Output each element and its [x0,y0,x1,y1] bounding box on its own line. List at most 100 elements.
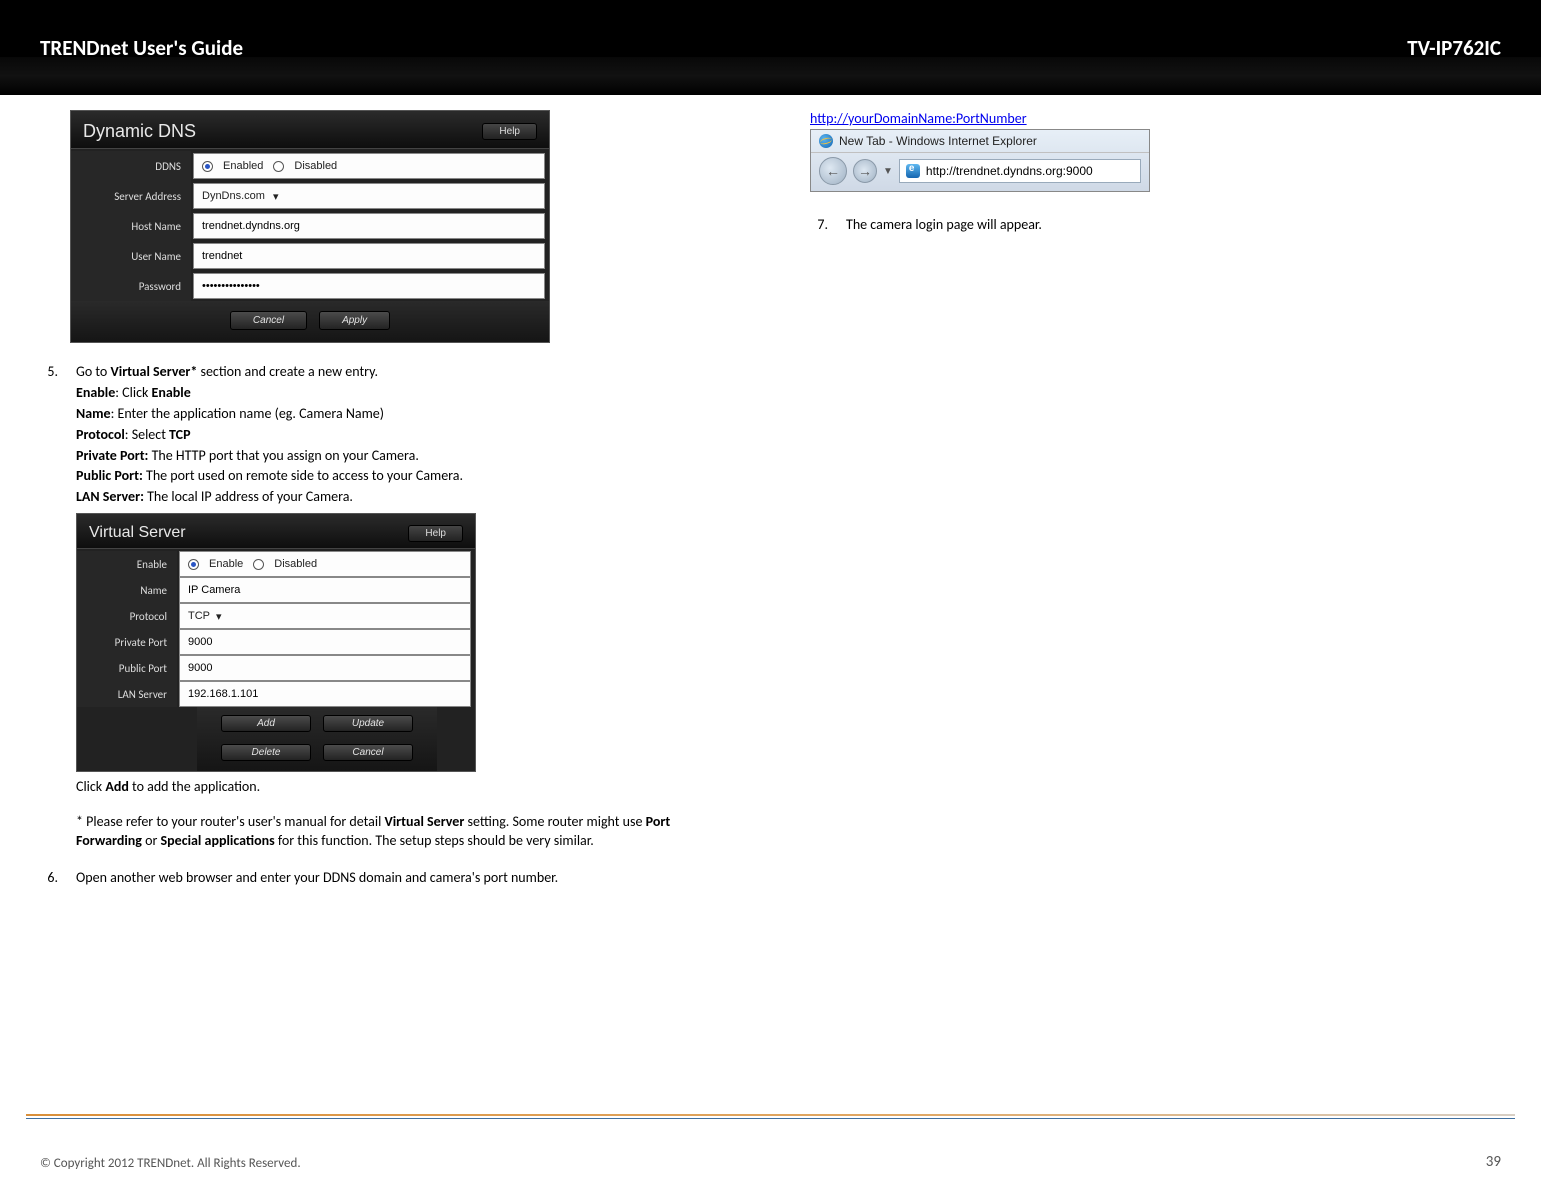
step5-note: * Please refer to your router's user's m… [76,813,700,851]
ie-page-icon [906,164,920,178]
step-6-content: Open another web browser and enter your … [76,869,700,890]
left-column: Dynamic DNS Help DDNS Enabled Disabled S… [40,110,700,896]
divider-bars [26,1114,1515,1129]
vs-priv-wrap [179,629,471,655]
step5-enable: Enable: Click Enable [76,384,700,403]
nav-dropdown-icon[interactable]: ▼ [883,166,893,177]
vs-pub-input[interactable] [188,662,462,674]
ddns-body: DDNS Enabled Disabled Server Address Dyn… [71,149,549,342]
right-column: http://yourDomainName:PortNumber New Tab… [760,110,1400,896]
vs-pub-wrap [179,655,471,681]
vs-name-wrap [179,577,471,603]
vs-disabled-radio[interactable] [253,559,264,570]
step-5: 5. Go to Virtual Server* section and cre… [40,363,700,853]
enabled-label: Enabled [223,160,263,172]
vs-panel: Virtual Server Help Enable Enable Disabl… [76,513,476,772]
vs-proto-label: Protocol [77,603,177,629]
blue-divider [26,1118,1515,1119]
ie-window: New Tab - Windows Internet Explorer ← → … [810,129,1150,192]
copyright-text: © Copyright 2012 TRENDnet. All Rights Re… [40,1156,301,1171]
user-label: User Name [71,241,191,271]
page-body: Dynamic DNS Help DDNS Enabled Disabled S… [0,95,1541,896]
ddns-enabled-radio[interactable] [202,161,213,172]
vs-priv-input[interactable] [188,636,462,648]
page-number: 39 [1486,1153,1501,1171]
ddns-row: DDNS Enabled Disabled [71,151,549,181]
vs-lan-wrap [179,681,471,707]
cancel-button[interactable]: Cancel [230,311,307,330]
ie-title-bar: New Tab - Windows Internet Explorer [811,130,1149,153]
step5-proto: Protocol: Select TCP [76,426,700,445]
server-select-text: DynDns.com [202,190,265,202]
add-button[interactable]: Add [221,715,311,732]
host-input[interactable] [202,220,536,232]
ie-title-text: New Tab - Windows Internet Explorer [839,134,1037,148]
server-value[interactable]: DynDns.com ▾ [193,183,545,209]
orange-divider [26,1114,1515,1116]
step-7: 7. The camera login page will appear. [810,216,1400,237]
step5-priv: Private Port: The HTTP port that you ass… [76,447,700,466]
ddns-title: Dynamic DNS [83,121,196,142]
step-6-num: 6. [40,869,58,890]
vs-name-label: Name [77,577,177,603]
disabled-label: Disabled [294,160,337,172]
ddns-buttons: Cancel Apply [71,301,549,342]
header: TRENDnet User's Guide TV-IP762IC [0,0,1541,95]
forward-button[interactable]: → [853,159,877,183]
dropdown-icon: ▾ [273,190,279,203]
ddns-radios: Enabled Disabled [193,153,545,179]
address-input[interactable] [926,164,1134,178]
user-row: User Name [71,241,549,271]
update-button[interactable]: Update [323,715,413,732]
header-gradient [0,57,1541,95]
vs-lan-label: LAN Server [77,681,177,707]
step5-intro: Go to Virtual Server* section and create… [76,363,700,382]
step5-click: Click Add to add the application. [76,778,700,797]
ddns-disabled-radio[interactable] [273,161,284,172]
vs-enable-row: Enable Enable Disabled [77,551,475,577]
help-button[interactable]: Help [408,525,463,542]
step-5-num: 5. [40,363,58,853]
step-7-num: 7. [810,216,828,237]
vs-priv-row: Private Port [77,629,475,655]
host-input-wrap [193,213,545,239]
vs-buttons: Add Update Delete Cancel [197,707,437,771]
help-button[interactable]: Help [482,123,537,140]
pass-input-wrap [193,273,545,299]
apply-button[interactable]: Apply [319,311,390,330]
vs-lan-input[interactable] [188,688,462,700]
pass-row: Password [71,271,549,301]
dropdown-icon: ▾ [216,610,222,623]
vs-enable-label: Enable [77,551,177,577]
step-7-content: The camera login page will appear. [846,216,1400,237]
user-input[interactable] [202,250,536,262]
step-5-content: Go to Virtual Server* section and create… [76,363,700,853]
pass-label: Password [71,271,191,301]
vs-priv-label: Private Port [77,629,177,655]
ddns-panel: Dynamic DNS Help DDNS Enabled Disabled S… [70,110,550,343]
vs-proto-row: Protocol TCP ▾ [77,603,475,629]
vs-name-input[interactable] [188,584,462,596]
vs-proto-select[interactable]: TCP ▾ [179,603,471,629]
vs-title: Virtual Server [89,524,186,542]
pass-input[interactable] [202,280,536,292]
vs-title-row: Virtual Server Help [77,514,475,549]
vs-pub-row: Public Port [77,655,475,681]
ie-favicon-icon [819,134,833,148]
vs-enable-radio[interactable] [188,559,199,570]
cancel-button[interactable]: Cancel [323,744,413,761]
back-button[interactable]: ← [819,157,847,185]
ie-toolbar: ← → ▼ [811,153,1149,191]
footer: © Copyright 2012 TRENDnet. All Rights Re… [0,1153,1541,1171]
vs-name-row: Name [77,577,475,603]
vs-lan-row: LAN Server [77,681,475,707]
vs-pub-label: Public Port [77,655,177,681]
ddns-url-link[interactable]: http://yourDomainName:PortNumber [810,110,1027,127]
step-6: 6. Open another web browser and enter yo… [40,869,700,890]
step5-name: Name: Enter the application name (eg. Ca… [76,405,700,424]
delete-button[interactable]: Delete [221,744,311,761]
host-label: Host Name [71,211,191,241]
address-bar[interactable] [899,159,1141,183]
step5-pub: Public Port: The port used on remote sid… [76,467,700,486]
step5-lan: LAN Server: The local IP address of your… [76,488,700,507]
